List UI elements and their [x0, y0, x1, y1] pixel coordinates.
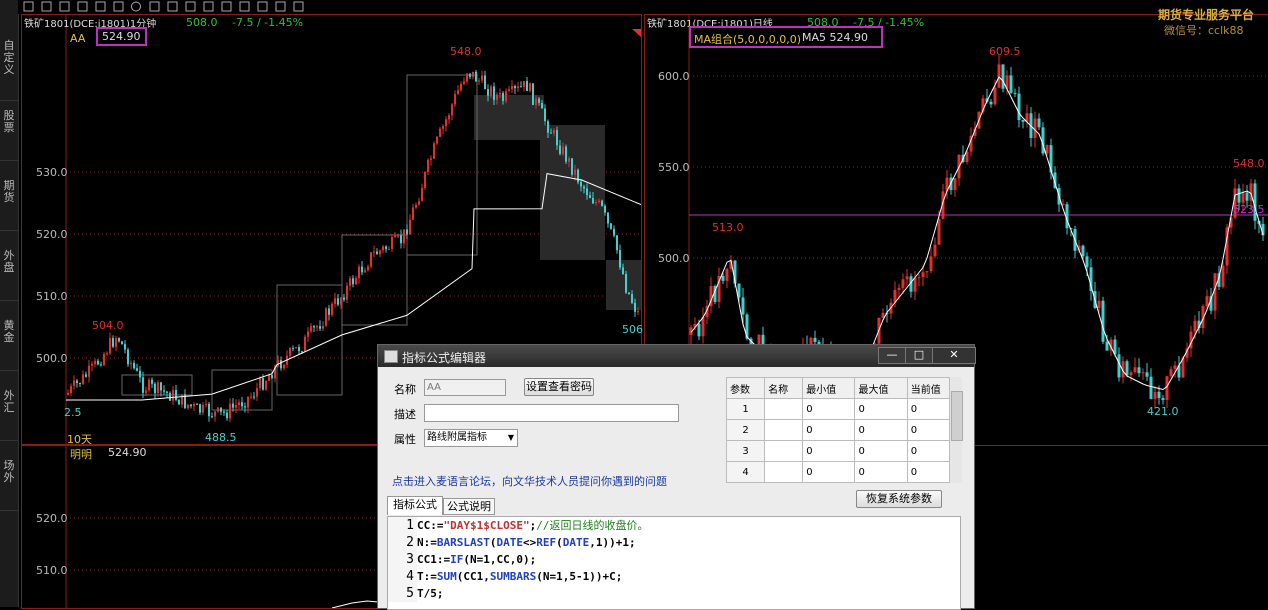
table-row[interactable]: 4000 — [725, 461, 961, 483]
watermark-line2: 微信号：cclk88 — [1164, 24, 1244, 37]
right-548-label: 548.0 — [1233, 157, 1265, 170]
sidebar-item-foreign-markets[interactable]: 外 盘 — [0, 250, 18, 301]
table-cell[interactable] — [764, 440, 804, 462]
close-button[interactable]: ✕ — [932, 347, 976, 364]
description-label: 描述 — [394, 408, 416, 421]
indicator-value-box: 524.90 — [96, 27, 147, 46]
right-y-tick: 550.0 — [658, 161, 690, 174]
left-y-tick: 500.0 — [36, 352, 68, 365]
table-cell[interactable] — [764, 398, 804, 420]
tab-formula-description[interactable]: 公式说明 — [443, 498, 495, 515]
table-cell[interactable]: 0 — [854, 419, 908, 441]
sidebar-item-otc[interactable]: 场 外 — [0, 460, 18, 511]
ma5-value-label: MA5 524.90 — [802, 31, 868, 44]
table-header-row: 参数 名称 最小值 最大值 当前值 — [725, 377, 961, 399]
window-icon — [384, 350, 398, 363]
forum-link[interactable]: 点击进入麦语言论坛，向文华技术人员提问你遇到的问题 — [392, 473, 667, 489]
table-header: 参数 — [725, 377, 766, 399]
set-password-button[interactable]: 设置查看密码 — [524, 378, 594, 396]
minimize-button[interactable]: — — [878, 347, 906, 364]
right-513-label: 513.0 — [712, 221, 744, 234]
attribute-select[interactable]: 路线附属指标 ▼ — [424, 429, 518, 447]
table-cell[interactable]: 0 — [854, 440, 908, 462]
attribute-label: 属性 — [394, 433, 416, 446]
dialog-titlebar[interactable]: 指标公式编辑器 — □ ✕ — [378, 345, 976, 367]
left-y-tick: 520.0 — [36, 228, 68, 241]
table-cell[interactable]: 0 — [854, 461, 908, 483]
table-cell: 2 — [725, 419, 766, 441]
dialog-title: 指标公式编辑器 — [402, 351, 487, 365]
parameter-table[interactable]: 参数 名称 最小值 最大值 当前值 1000200030004000 — [725, 377, 961, 483]
toolbar — [18, 0, 1268, 14]
chevron-down-icon: ▼ — [507, 433, 514, 442]
lower-y-tick: 520.0 — [36, 512, 68, 525]
table-row[interactable]: 1000 — [725, 398, 961, 420]
table-cell[interactable] — [764, 419, 804, 441]
table-cell[interactable]: 0 — [802, 419, 856, 441]
tab-formula[interactable]: 指标公式 — [387, 496, 443, 515]
sidebar-item-futures[interactable]: 期 货 — [0, 180, 18, 231]
code-line: 3 CC1:=IF(N=1,CC,0); — [388, 551, 960, 568]
high-price-label: 548.0 — [450, 45, 482, 58]
lower-indicator-name: 明明 — [70, 448, 92, 461]
table-header: 名称 — [764, 377, 804, 399]
market-sidebar: 自 定 义 股 票 期 货 外 盘 黄 金 外 汇 场 外 — [0, 0, 19, 607]
code-line: 4 T:=SUM(CC1,SUMBARS(N=1,5-1))+C; — [388, 568, 960, 585]
table-header: 最大值 — [854, 377, 908, 399]
sidebar-item-forex[interactable]: 外 汇 — [0, 390, 18, 441]
right-high-label: 609.5 — [989, 45, 1021, 58]
toolbar-icons[interactable] — [18, 0, 638, 14]
table-cell: 3 — [725, 440, 766, 462]
table-row[interactable]: 3000 — [725, 440, 961, 462]
reset-params-button[interactable]: 恢复系统参数 — [856, 490, 942, 508]
table-scrollbar[interactable] — [949, 377, 963, 483]
low-price-label: 488.5 — [205, 431, 237, 444]
table-cell: 4 — [725, 461, 766, 483]
table-cell[interactable]: 0 — [802, 461, 856, 483]
code-line: 5 T/5; — [388, 585, 960, 602]
right-low-label: 421.0 — [1147, 405, 1179, 418]
code-line: 1 CC:="DAY$1$CLOSE";//返回日线的收盘价。 — [388, 517, 960, 534]
lower-indicator-value: 524.90 — [108, 446, 147, 459]
sidebar-item-stocks[interactable]: 股 票 — [0, 110, 18, 161]
formula-code-editor[interactable]: 1 CC:="DAY$1$CLOSE";//返回日线的收盘价。 2 N:=BARSL… — [387, 516, 961, 610]
peak-504-label: 504.0 — [92, 319, 124, 332]
lower-y-tick: 510.0 — [36, 564, 68, 577]
right-edge-label: 506 — [622, 323, 643, 336]
left-chart-change: -7.5 / -1.45% — [232, 16, 304, 29]
left-y-tick: 510.0 — [36, 290, 68, 303]
scrollbar-thumb[interactable] — [951, 391, 963, 441]
table-cell[interactable]: 0 — [854, 398, 908, 420]
right-y-tick: 600.0 — [658, 70, 690, 83]
watermark-line1: 期货专业服务平台 — [1158, 8, 1255, 22]
indicator-name: AA — [70, 32, 86, 45]
name-label: 名称 — [394, 383, 416, 396]
table-cell[interactable] — [764, 461, 804, 483]
maximize-button[interactable]: □ — [905, 347, 933, 364]
table-cell: 1 — [725, 398, 766, 420]
left-y-tick: 530.0 — [36, 166, 68, 179]
code-line: 2 N:=BARSLAST(DATE<>REF(DATE,1))+1; — [388, 534, 960, 551]
name-input[interactable]: AA — [424, 379, 506, 396]
table-cell[interactable]: 0 — [802, 440, 856, 462]
table-row[interactable]: 2000 — [725, 419, 961, 441]
left-edge-label: 2.5 — [64, 406, 82, 419]
ma-combo-label: MA组合(5,0,0,0,0,0) — [694, 33, 802, 46]
indicator-formula-editor-dialog[interactable]: 指标公式编辑器 — □ ✕ 名称 AA 设置查看密码 描述 属性 路线附属指标 … — [377, 344, 976, 610]
right-y-tick: 500.0 — [658, 252, 690, 265]
description-input[interactable] — [424, 404, 679, 422]
right-523-label: 523.5 — [1233, 203, 1265, 216]
attribute-select-value: 路线附属指标 — [427, 432, 487, 443]
table-cell[interactable]: 0 — [802, 398, 856, 420]
left-chart-price: 508.0 — [186, 16, 218, 29]
sidebar-item-custom[interactable]: 自 定 义 — [0, 40, 18, 101]
table-header: 最小值 — [802, 377, 856, 399]
sidebar-item-gold[interactable]: 黄 金 — [0, 320, 18, 371]
